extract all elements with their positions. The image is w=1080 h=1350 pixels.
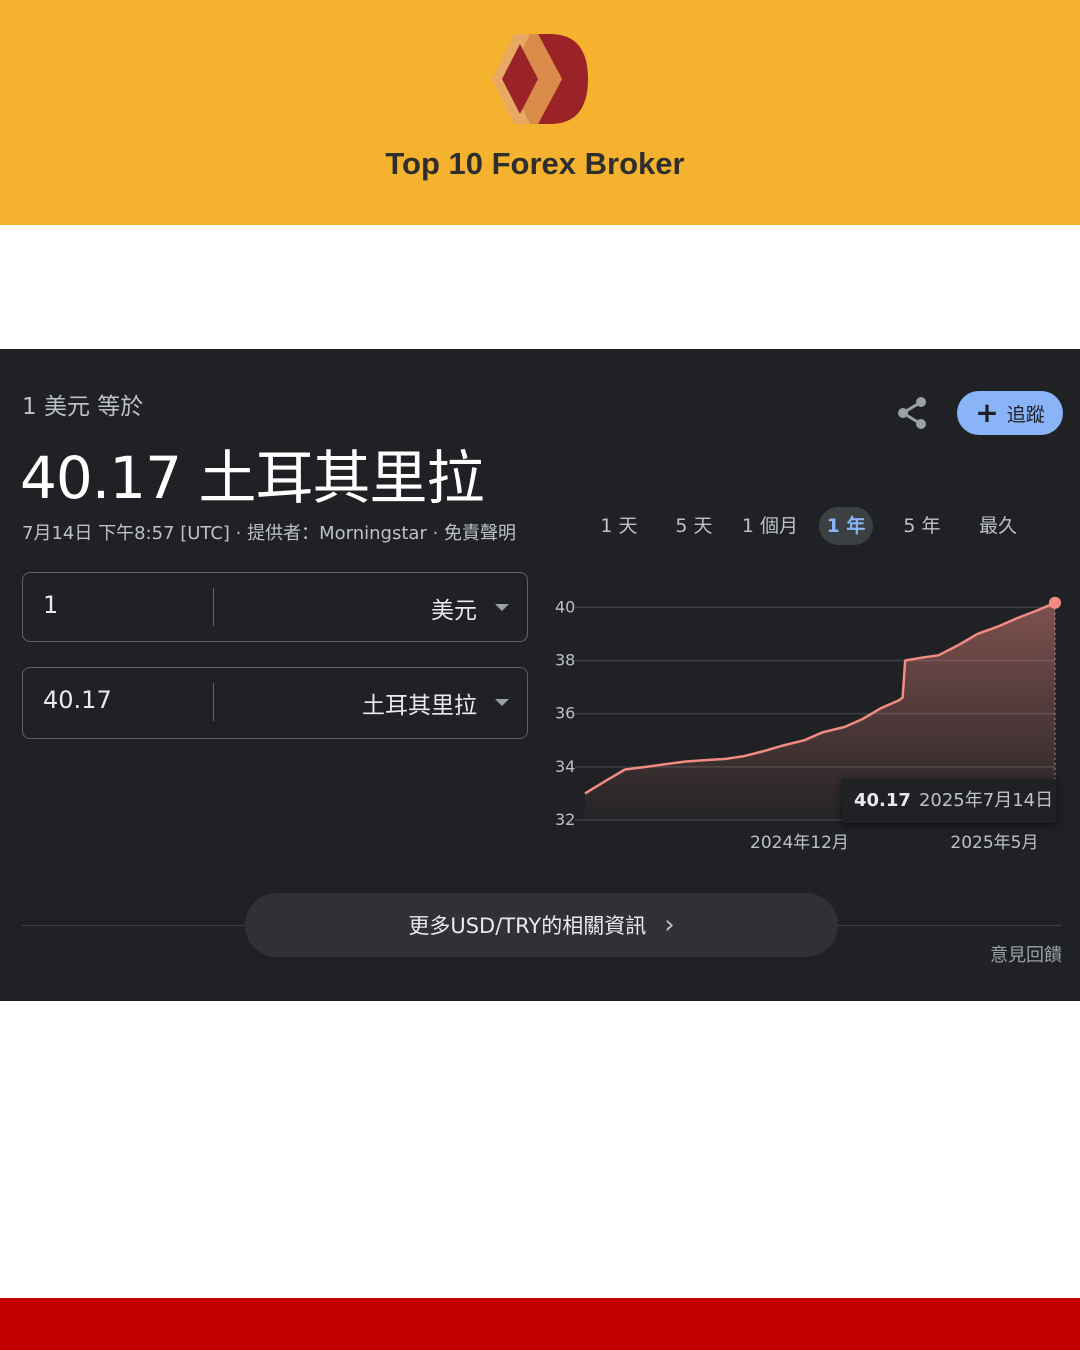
more-info-label: 更多USD/TRY的相關資訊 (408, 914, 647, 938)
from-amount-input[interactable]: 1 (43, 591, 58, 619)
caret-down-icon[interactable] (495, 604, 509, 611)
brand-logo-icon (492, 34, 588, 124)
tab-5-years[interactable]: 5 年 (893, 507, 951, 545)
from-currency-select[interactable]: 美元 (431, 591, 477, 625)
y-tick-label: 36 (555, 704, 575, 723)
y-tick-label: 38 (555, 650, 575, 669)
tab-1-year[interactable]: 1 年 (819, 507, 873, 545)
data-point-latest (1049, 596, 1061, 609)
caret-down-icon[interactable] (495, 699, 509, 706)
plus-icon: + (975, 396, 999, 429)
x-tick-label: 2025年5月 (950, 833, 1038, 853)
tab-max[interactable]: 最久 (971, 507, 1025, 545)
time-range-tabs: 1 天 5 天 1 個月 1 年 5 年 最久 (590, 507, 1050, 545)
y-tick-label: 40 (555, 597, 575, 616)
from-currency-box: 1 美元 (22, 572, 528, 642)
y-tick-label: 32 (555, 810, 575, 829)
chevron-right-icon: › (664, 910, 675, 940)
field-divider (213, 683, 214, 721)
chart-tooltip: 40.17 2025年7月14日 (842, 779, 1056, 823)
to-currency-box: 40.17 土耳其里拉 (22, 667, 528, 739)
source-meta[interactable]: 7月14日 下午8:57 [UTC] · 提供者：Morningstar · 免… (22, 519, 516, 545)
equal-label: 1 美元 等於 (22, 394, 144, 420)
feedback-link[interactable]: 意見回饋 (990, 941, 1062, 967)
tab-1-month[interactable]: 1 個月 (735, 507, 805, 545)
conversion-result: 40.17 土耳其里拉 (20, 444, 484, 512)
brand-title: Top 10 Forex Broker (385, 146, 685, 181)
tab-5-days[interactable]: 5 天 (665, 507, 723, 545)
tooltip-value: 40.17 (854, 790, 911, 811)
currency-converter-panel: 1 美元 等於 40.17 土耳其里拉 7月14日 下午8:57 [UTC] ·… (0, 349, 1080, 1001)
to-currency-select[interactable]: 土耳其里拉 (362, 686, 477, 720)
tab-1-day[interactable]: 1 天 (590, 507, 648, 545)
to-amount-input[interactable]: 40.17 (43, 686, 112, 714)
footer-bar (0, 1298, 1080, 1350)
x-tick-label: 2024年12月 (750, 833, 849, 853)
tooltip-date: 2025年7月14日 (918, 790, 1054, 811)
field-divider (213, 588, 214, 626)
follow-button[interactable]: + 追蹤 (957, 391, 1063, 435)
brand-header: Top 10 Forex Broker (0, 0, 1080, 225)
more-info-button[interactable]: 更多USD/TRY的相關資訊 › (245, 893, 838, 957)
share-icon[interactable] (893, 393, 933, 433)
follow-label: 追蹤 (1006, 403, 1045, 426)
y-tick-label: 34 (555, 757, 575, 776)
